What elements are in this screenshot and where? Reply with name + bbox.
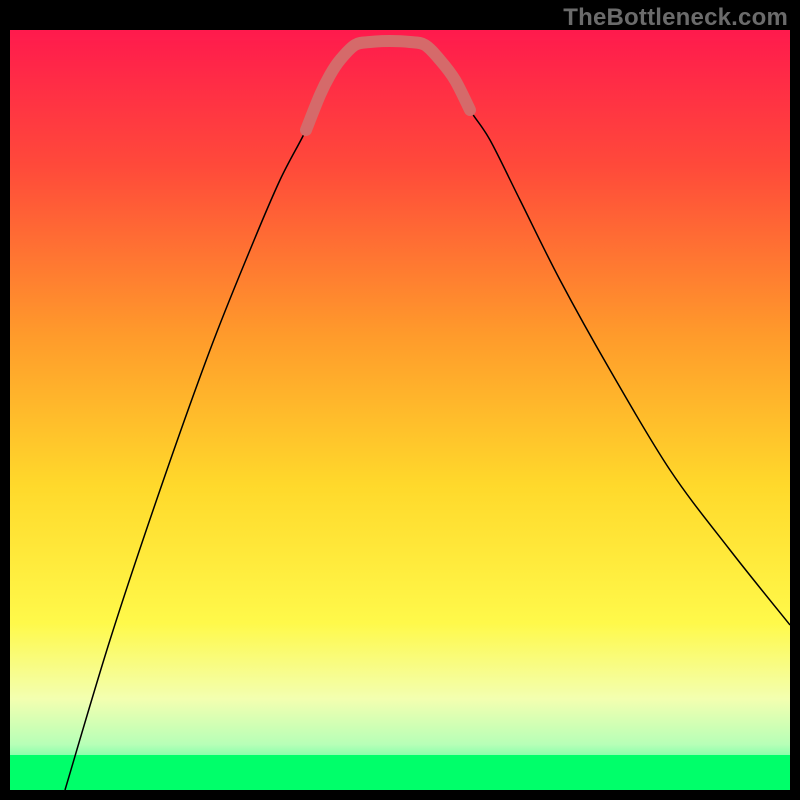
plot-background: [10, 30, 790, 790]
green-band: [10, 755, 790, 790]
chart-frame: { "watermark": "TheBottleneck.com", "cha…: [0, 0, 800, 800]
watermark-text: TheBottleneck.com: [563, 4, 788, 32]
bottleneck-chart: [0, 0, 800, 800]
